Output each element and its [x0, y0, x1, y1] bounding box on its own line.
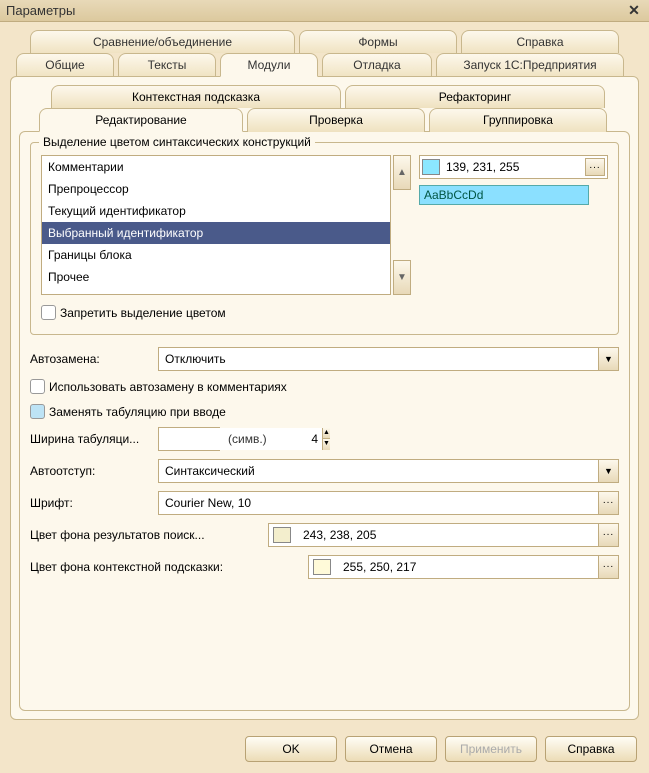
chevron-down-icon[interactable]: ▼	[598, 460, 618, 482]
scroll-up-icon[interactable]: ▲	[393, 155, 411, 190]
tab-width-unit: (симв.)	[228, 432, 267, 446]
ellipsis-icon[interactable]: ...	[598, 524, 618, 546]
autoreplace-label: Автозамена:	[30, 352, 150, 366]
apply-button[interactable]: Применить	[445, 736, 537, 762]
tab-modules[interactable]: Модули	[220, 53, 318, 77]
inner-tab-edit[interactable]: Редактирование	[39, 108, 243, 132]
tab-compare[interactable]: Сравнение/объединение	[30, 30, 295, 53]
color-swatch	[422, 159, 440, 175]
color-value-text: 139, 231, 255	[446, 160, 585, 174]
ellipsis-icon[interactable]: ...	[585, 158, 605, 176]
autoreplace-dropdown[interactable]: Отключить ▼	[158, 347, 619, 371]
inner-tab-context[interactable]: Контекстная подсказка	[51, 85, 341, 108]
tab-forms[interactable]: Формы	[299, 30, 457, 53]
use-in-comments-label: Использовать автозамену в комментариях	[49, 380, 287, 394]
scroll-down-icon[interactable]: ▼	[393, 260, 411, 295]
chevron-down-icon[interactable]: ▼	[598, 348, 618, 370]
list-item[interactable]: Препроцессор	[42, 178, 390, 200]
disable-highlight-label: Запретить выделение цветом	[60, 306, 226, 320]
disable-highlight-checkbox[interactable]	[41, 305, 56, 320]
tab-width-label: Ширина табуляци...	[30, 432, 150, 446]
list-item[interactable]: Комментарии	[42, 156, 390, 178]
list-item[interactable]: Прочее	[42, 266, 390, 288]
close-icon[interactable]: ✕	[625, 2, 643, 20]
search-bg-color[interactable]: 243, 238, 205 ...	[268, 523, 619, 547]
tab-general[interactable]: Общие	[16, 53, 114, 77]
hint-bg-color[interactable]: 255, 250, 217 ...	[308, 555, 619, 579]
window-title: Параметры	[6, 3, 625, 18]
spinner-down-icon[interactable]: ▼	[322, 439, 330, 450]
replace-tab-checkbox[interactable]	[30, 404, 45, 419]
tab-texts[interactable]: Тексты	[118, 53, 216, 77]
color-swatch	[313, 559, 331, 575]
color-swatch	[273, 527, 291, 543]
search-bg-label: Цвет фона результатов поиск...	[30, 528, 260, 542]
tab-launch[interactable]: Запуск 1С:Предприятия	[436, 53, 624, 77]
list-item[interactable]: Текущий идентификатор	[42, 200, 390, 222]
ellipsis-icon[interactable]: ...	[598, 556, 618, 578]
list-item[interactable]: Фон	[42, 288, 390, 295]
list-item[interactable]: Выбранный идентификатор	[42, 222, 390, 244]
use-in-comments-checkbox[interactable]	[30, 379, 45, 394]
syntax-listbox[interactable]: Комментарии Препроцессор Текущий идентиф…	[41, 155, 391, 295]
color-picker[interactable]: 139, 231, 255 ...	[419, 155, 608, 179]
inner-tab-refactor[interactable]: Рефакторинг	[345, 85, 605, 108]
syntax-colors-fieldset: Выделение цветом синтаксических конструк…	[30, 142, 619, 335]
fieldset-legend: Выделение цветом синтаксических конструк…	[39, 135, 315, 149]
spinner-up-icon[interactable]: ▲	[322, 428, 330, 439]
preview-box: AaBbCcDd	[419, 185, 589, 205]
font-label: Шрифт:	[30, 496, 150, 510]
ok-button[interactable]: OK	[245, 736, 337, 762]
ellipsis-icon[interactable]: ...	[598, 492, 618, 514]
inner-tab-group[interactable]: Группировка	[429, 108, 607, 132]
tab-help[interactable]: Справка	[461, 30, 619, 53]
hint-bg-label: Цвет фона контекстной подсказки:	[30, 560, 300, 574]
font-field[interactable]: Courier New, 10 ...	[158, 491, 619, 515]
autoindent-dropdown[interactable]: Синтаксический ▼	[158, 459, 619, 483]
inner-tab-check[interactable]: Проверка	[247, 108, 425, 132]
autoindent-label: Автоотступ:	[30, 464, 150, 478]
cancel-button[interactable]: Отмена	[345, 736, 437, 762]
help-button[interactable]: Справка	[545, 736, 637, 762]
tab-width-stepper[interactable]: ▲ ▼	[158, 427, 220, 451]
tab-debug[interactable]: Отладка	[322, 53, 432, 77]
button-bar: OK Отмена Применить Справка	[0, 728, 649, 770]
replace-tab-label: Заменять табуляцию при вводе	[49, 405, 226, 419]
list-item[interactable]: Границы блока	[42, 244, 390, 266]
titlebar: Параметры ✕	[0, 0, 649, 22]
